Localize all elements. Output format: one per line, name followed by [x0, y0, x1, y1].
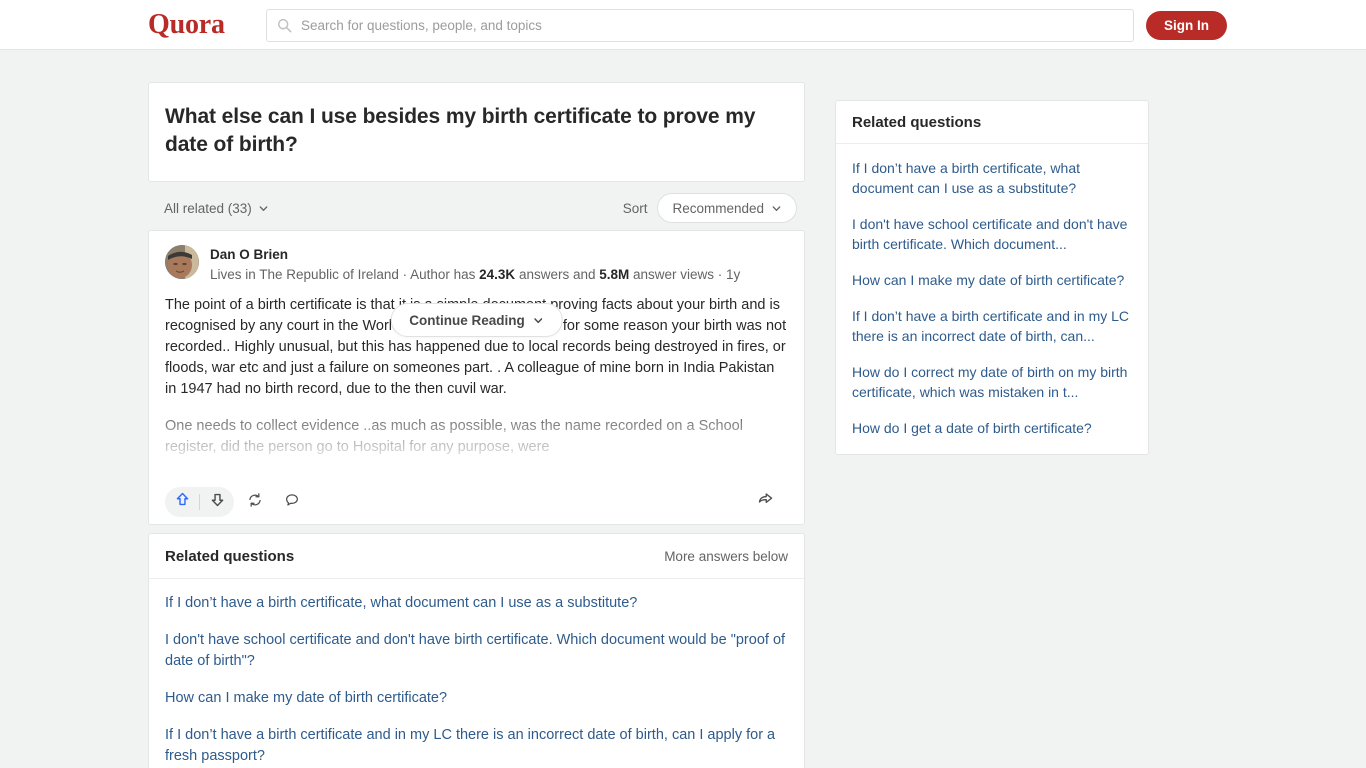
sign-in-button[interactable]: Sign In — [1146, 11, 1227, 40]
more-answers-below-label: More answers below — [664, 549, 788, 564]
repost-cycle-icon — [247, 492, 263, 513]
author-name[interactable]: Dan O Brien — [210, 246, 740, 264]
sidebar: Related questions If I don’t have a birt… — [835, 100, 1149, 455]
answer-paragraph-2: One needs to collect evidence ..as much … — [165, 418, 743, 455]
credential-middle: answers and — [515, 267, 600, 282]
avatar[interactable] — [165, 245, 199, 279]
related-questions-list: If I don’t have a birth certificate, wha… — [149, 579, 804, 768]
list-item[interactable]: I don't have school certificate and don'… — [165, 630, 788, 672]
search-bar[interactable] — [266, 9, 1134, 42]
comment-bubble-icon — [284, 492, 300, 513]
sidebar-item-related-question[interactable]: I don't have school certificate and don'… — [852, 214, 1132, 254]
question-card: What else can I use besides my birth cer… — [148, 82, 805, 182]
answer-truncated-region: One needs to collect evidence ..as much … — [165, 416, 788, 478]
list-item[interactable]: If I don’t have a birth certificate and … — [165, 725, 788, 767]
author-meta: Dan O Brien Lives in The Republic of Ire… — [210, 245, 740, 284]
all-related-label: All related (33) — [164, 200, 252, 216]
main-column: What else can I use besides my birth cer… — [148, 82, 805, 768]
sort-dropdown[interactable]: Recommended — [657, 193, 797, 223]
page-body: What else can I use besides my birth cer… — [0, 50, 1366, 768]
sidebar-item-related-question[interactable]: How do I correct my date of birth on my … — [852, 362, 1132, 402]
author-row: Dan O Brien Lives in The Republic of Ire… — [165, 245, 788, 284]
answer-card: Dan O Brien Lives in The Republic of Ire… — [148, 230, 805, 525]
upvote-button[interactable] — [165, 487, 199, 517]
quora-logo[interactable]: Quora — [148, 9, 225, 41]
downvote-button[interactable] — [200, 487, 234, 517]
answer-action-bar — [165, 480, 788, 524]
continue-reading-button[interactable]: Continue Reading — [390, 303, 563, 337]
chevron-down-icon — [258, 203, 269, 214]
search-input[interactable] — [301, 18, 1123, 33]
answers-count: 24.3K — [479, 267, 516, 282]
upvote-arrow-icon — [174, 491, 191, 513]
downvote-arrow-icon — [209, 491, 226, 513]
author-credential: Lives in The Republic of Ireland · Autho… — [210, 265, 740, 284]
vote-pill — [165, 487, 234, 517]
sort-value: Recommended — [672, 200, 764, 216]
continue-reading-label: Continue Reading — [409, 312, 525, 328]
page-title: What else can I use besides my birth cer… — [165, 105, 756, 156]
share-button[interactable] — [750, 487, 780, 517]
repost-button[interactable] — [239, 487, 271, 517]
credential-prefix: Lives in The Republic of Ireland · Autho… — [210, 267, 480, 282]
answer-timestamp: 1y — [726, 267, 741, 282]
sidebar-related-questions-title: Related questions — [836, 101, 1148, 144]
sidebar-item-related-question[interactable]: If I don’t have a birth certificate and … — [852, 306, 1132, 346]
comment-button[interactable] — [276, 487, 308, 517]
list-item[interactable]: If I don’t have a birth certificate, wha… — [165, 593, 788, 614]
all-related-dropdown[interactable]: All related (33) — [156, 197, 277, 220]
related-questions-title: Related questions — [165, 548, 295, 565]
site-header: Quora Sign In — [0, 0, 1366, 50]
related-questions-card: Related questions More answers below If … — [148, 533, 805, 768]
sidebar-item-related-question[interactable]: How do I get a date of birth certificate… — [852, 418, 1132, 438]
sidebar-related-questions-list: If I don’t have a birth certificate, wha… — [836, 144, 1148, 454]
sidebar-related-questions-card: Related questions If I don’t have a birt… — [835, 100, 1149, 455]
answer-body: The point of a birth certificate is that… — [165, 295, 788, 478]
chevron-down-icon — [533, 315, 544, 326]
search-icon — [277, 18, 292, 33]
sidebar-item-related-question[interactable]: If I don’t have a birth certificate, wha… — [852, 158, 1132, 198]
sort-controls: Sort Recommended — [623, 193, 797, 223]
sidebar-item-related-question[interactable]: How can I make my date of birth certific… — [852, 270, 1132, 290]
list-item[interactable]: How can I make my date of birth certific… — [165, 688, 788, 709]
related-questions-header: Related questions More answers below — [149, 534, 804, 579]
share-arrow-icon — [757, 491, 774, 513]
chevron-down-icon — [771, 203, 782, 214]
credential-suffix: answer views · — [629, 267, 727, 282]
views-count: 5.8M — [599, 267, 630, 282]
sort-label: Sort — [622, 200, 648, 216]
filter-sort-bar: All related (33) Sort Recommended — [148, 186, 805, 230]
